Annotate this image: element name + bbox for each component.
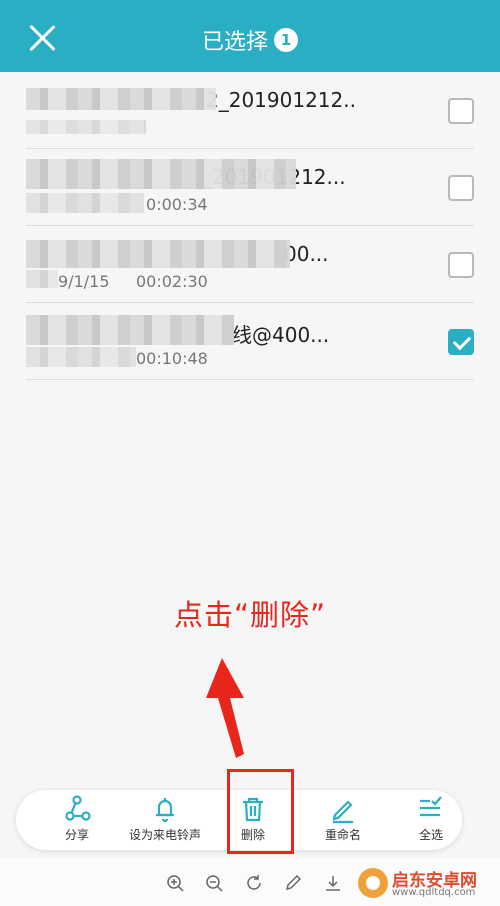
app-bar: 已选择 1 bbox=[0, 0, 500, 72]
blurred-text bbox=[26, 240, 290, 268]
row-checkbox[interactable] bbox=[448, 98, 474, 124]
share-icon bbox=[65, 795, 91, 821]
selected-count-badge: 1 bbox=[274, 28, 298, 52]
page-title: 已选择 bbox=[201, 30, 268, 55]
file-row[interactable]: 线@400... 00:10:48 bbox=[26, 303, 474, 380]
rotate-icon[interactable] bbox=[245, 874, 263, 892]
set-ringtone-button[interactable]: 设为来电铃声 bbox=[120, 794, 210, 848]
share-button[interactable]: 分享 bbox=[32, 794, 122, 848]
blurred-text bbox=[26, 315, 234, 345]
watermark-logo-icon bbox=[358, 868, 388, 898]
watermark: 启东安卓网 www.qdltdq.com bbox=[356, 864, 496, 904]
file-meta: 9/1/15 00:02:30 bbox=[58, 272, 208, 291]
share-label: 分享 bbox=[64, 828, 89, 842]
annotation-text: 点击“删除” bbox=[173, 598, 327, 632]
zoom-out-icon[interactable] bbox=[205, 874, 223, 892]
blurred-text bbox=[26, 347, 136, 367]
row-checkbox[interactable] bbox=[448, 252, 474, 278]
zoom-in-icon[interactable] bbox=[166, 874, 184, 892]
bell-icon bbox=[156, 798, 174, 823]
file-row[interactable]: 00... 9/1/15 00:02:30 bbox=[26, 226, 474, 303]
rename-label: 重命名 bbox=[324, 828, 361, 842]
file-list: 2_201901212... _201901212... 0:00:34 00.… bbox=[0, 72, 500, 380]
blurred-text bbox=[26, 193, 144, 213]
blurred-text bbox=[26, 159, 296, 189]
arrow-up-icon bbox=[206, 658, 244, 758]
blurred-text bbox=[26, 120, 146, 134]
watermark-url: www.qdltdq.com bbox=[392, 887, 476, 898]
set-ringtone-label: 设为来电铃声 bbox=[128, 828, 201, 842]
delete-highlight-box bbox=[227, 769, 294, 854]
select-all-icon bbox=[420, 796, 442, 817]
title-wrap: 已选择 1 bbox=[0, 24, 500, 56]
file-row[interactable]: _201901212... 0:00:34 bbox=[26, 149, 474, 226]
rename-button[interactable]: 重命名 bbox=[298, 794, 388, 848]
select-all-button[interactable]: 全选 bbox=[386, 794, 476, 848]
download-icon[interactable] bbox=[324, 874, 342, 892]
row-checkbox-checked[interactable] bbox=[448, 329, 474, 355]
pencil-icon bbox=[332, 800, 353, 824]
select-all-label: 全选 bbox=[418, 828, 443, 842]
file-row[interactable]: 2_201901212... bbox=[26, 72, 474, 149]
edit-icon[interactable] bbox=[284, 874, 302, 892]
blurred-text bbox=[26, 88, 216, 110]
row-checkbox[interactable] bbox=[448, 175, 474, 201]
